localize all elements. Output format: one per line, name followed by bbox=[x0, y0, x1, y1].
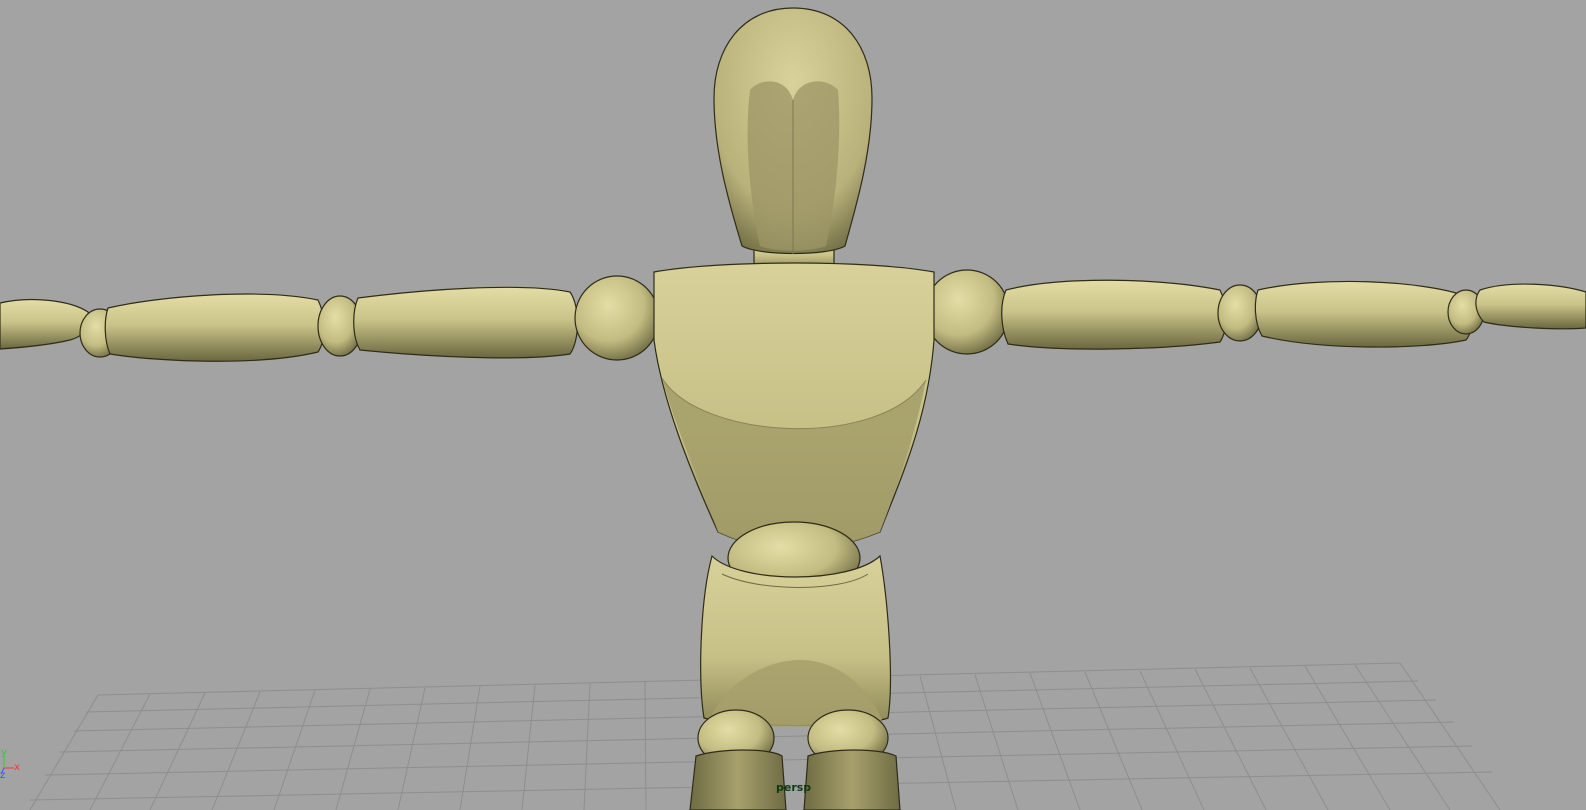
axis-x-label: x bbox=[14, 762, 20, 773]
3d-viewport[interactable]: persp x y z bbox=[0, 0, 1586, 810]
mannequin-model bbox=[0, 7, 1586, 810]
left-arm bbox=[0, 286, 579, 362]
head bbox=[713, 7, 873, 255]
axis-y-label: y bbox=[1, 747, 7, 758]
pelvis bbox=[700, 554, 892, 727]
right-arm bbox=[1001, 279, 1586, 350]
viewport-scene[interactable] bbox=[0, 0, 1586, 810]
axis-gizmo: x y z bbox=[0, 748, 30, 786]
left-shoulder-joint bbox=[574, 275, 660, 361]
axis-z-label: z bbox=[0, 770, 6, 781]
camera-name-label: persp bbox=[776, 781, 812, 794]
right-shoulder-joint bbox=[924, 269, 1010, 355]
torso bbox=[653, 262, 935, 551]
